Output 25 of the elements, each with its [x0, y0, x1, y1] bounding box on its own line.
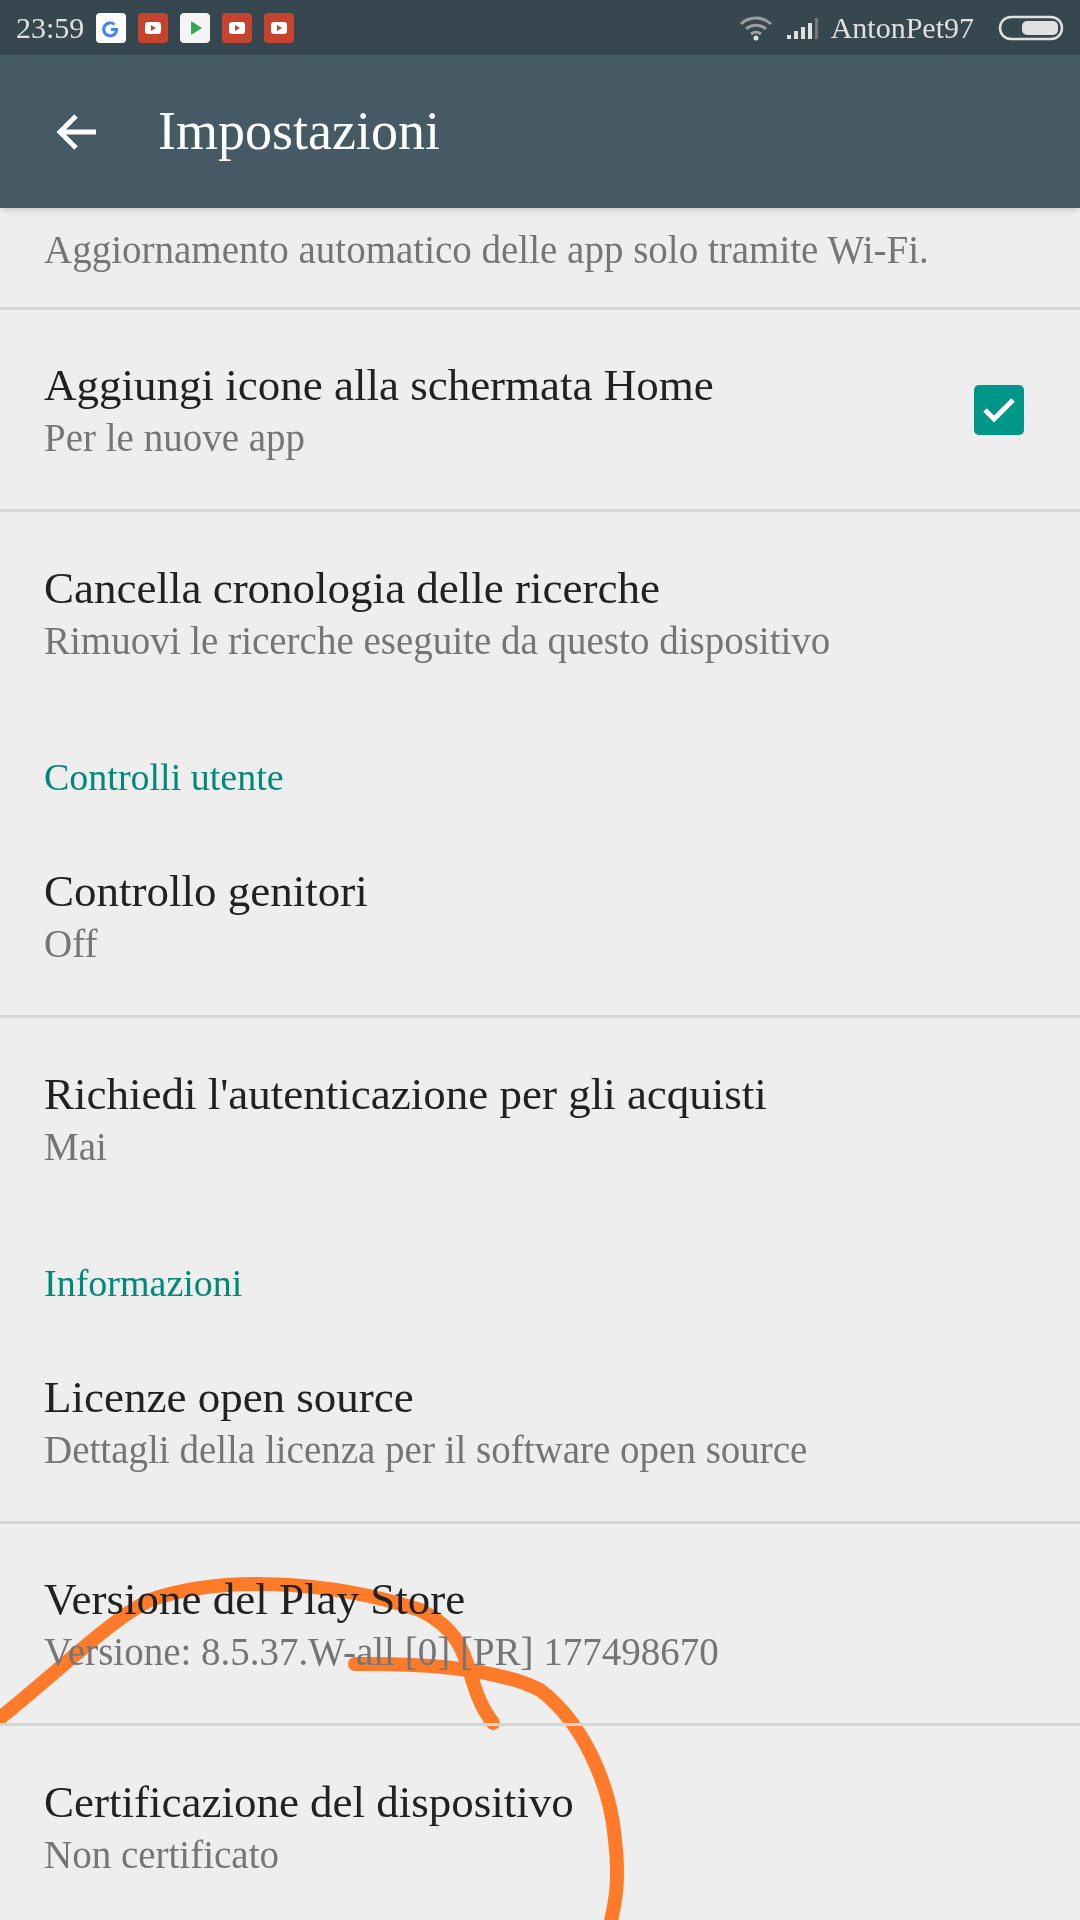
setting-title: Certificazione del dispositivo: [44, 1776, 575, 1829]
screen-title: Impostazioni: [158, 100, 440, 163]
setting-title: Licenze open source: [44, 1370, 415, 1424]
setting-summary: Non certificato: [44, 1832, 280, 1878]
settings-item[interactable]: Aggiornamento automatico delle app solo tramite Wi-Fi.: [0, 208, 1080, 310]
settings-item[interactable]: Cancella cronologia delle ricerche Rimuovi le ricerche eseguite da questo dispositivo: [0, 512, 1080, 714]
setting-summary: Per le nuove app: [44, 414, 306, 462]
setting-title: Richiedi l'autenticazione per gli acquisti: [44, 1068, 768, 1121]
settings-item[interactable]: Aggiungi icone alla schermata Home Per le nuove app: [0, 310, 1080, 512]
settings-item[interactable]: Richiedi l'autenticazione per gli acquisti Mai: [0, 1018, 1080, 1220]
setting-title: Controllo genitori: [44, 864, 369, 918]
settings-item[interactable]: Licenze open source Dettagli della licenza per il software open source: [0, 1322, 1080, 1524]
setting-summary: Mai: [44, 1124, 108, 1170]
section-header: Informazioni: [44, 1261, 243, 1306]
setting-title: Aggiungi icone alla schermata Home: [44, 358, 715, 412]
setting-summary: Off: [44, 920, 99, 967]
setting-summary: Rimuovi le ricerche eseguite da questo dispositivo: [44, 618, 832, 665]
settings-item[interactable]: Certificazione del dispositivo Non certificato: [0, 1726, 1080, 1920]
setting-title: Cancella cronologia delle ricerche: [44, 562, 661, 615]
settings-item[interactable]: Controllo genitori Off: [0, 816, 1080, 1018]
section-header: Controlli utente: [44, 755, 284, 800]
carrier-name: AntonPet97: [830, 10, 974, 46]
setting-summary: Dettagli della licenza per il software open source: [44, 1426, 809, 1474]
clock: 23:59: [16, 10, 85, 46]
setting-summary: Aggiornamento automatico delle app solo tramite Wi-Fi.: [44, 226, 930, 274]
